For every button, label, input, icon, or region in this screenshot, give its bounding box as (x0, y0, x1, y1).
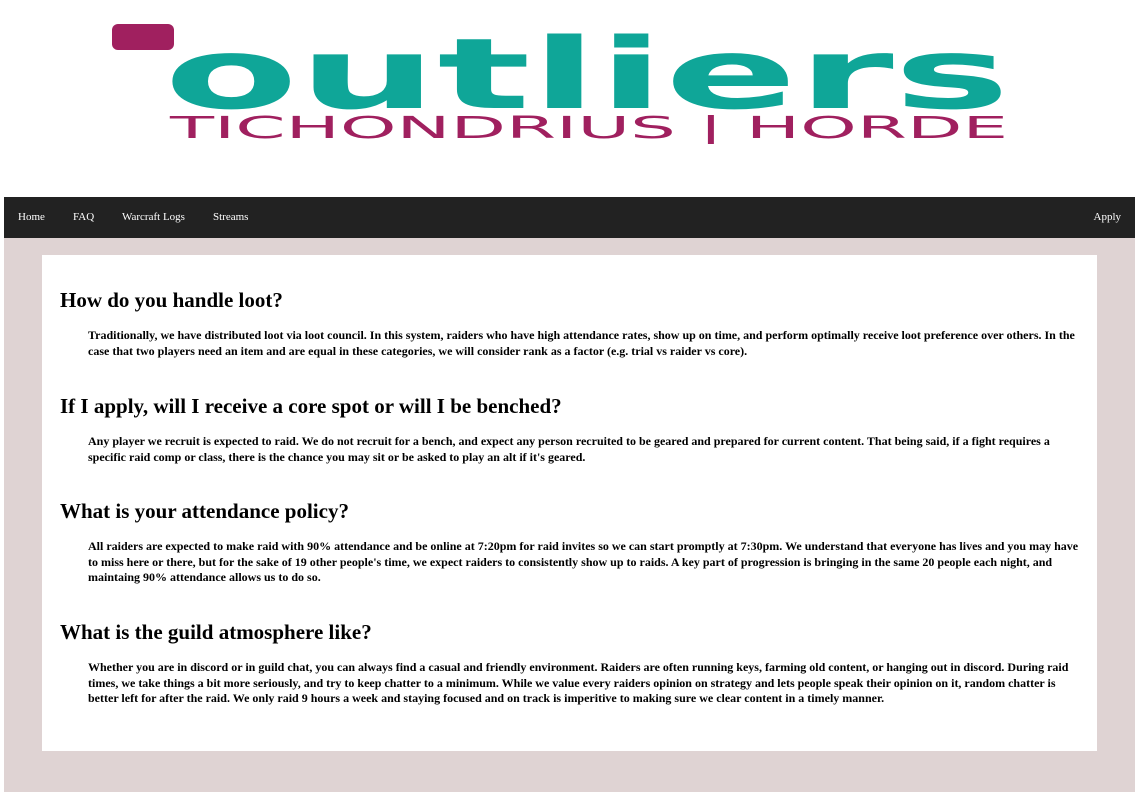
faq-answer-attendance: All raiders are expected to make raid wi… (88, 539, 1079, 585)
faq-question-core-spot: If I apply, will I receive a core spot o… (60, 394, 562, 418)
nav-apply[interactable]: Apply (1094, 197, 1122, 238)
nav-home[interactable]: Home (18, 197, 45, 238)
guild-logo[interactable]: outliers TICHONDRIUS | HORDE (112, 22, 1012, 144)
nav-warcraft-logs[interactable]: Warcraft Logs (122, 197, 185, 238)
nav-bar: Home FAQ Warcraft Logs Streams Apply (4, 197, 1135, 238)
faq-answer-loot: Traditionally, we have distributed loot … (88, 328, 1075, 358)
faq-panel: How do you handle loot? Traditionally, w… (42, 255, 1097, 751)
nav-faq[interactable]: FAQ (73, 197, 94, 238)
nav-streams[interactable]: Streams (213, 197, 248, 238)
faq-answer-atmosphere: Whether you are in discord or in guild c… (88, 660, 1069, 706)
faq-question-atmosphere: What is the guild atmosphere like? (60, 620, 372, 644)
logo-subtitle: TICHONDRIUS | HORDE (168, 111, 1008, 144)
faq-answer-core-spot: Any player we recruit is expected to rai… (88, 434, 1050, 464)
faq-question-attendance: What is your attendance policy? (60, 499, 349, 523)
faq-question-loot: How do you handle loot? (60, 288, 283, 312)
